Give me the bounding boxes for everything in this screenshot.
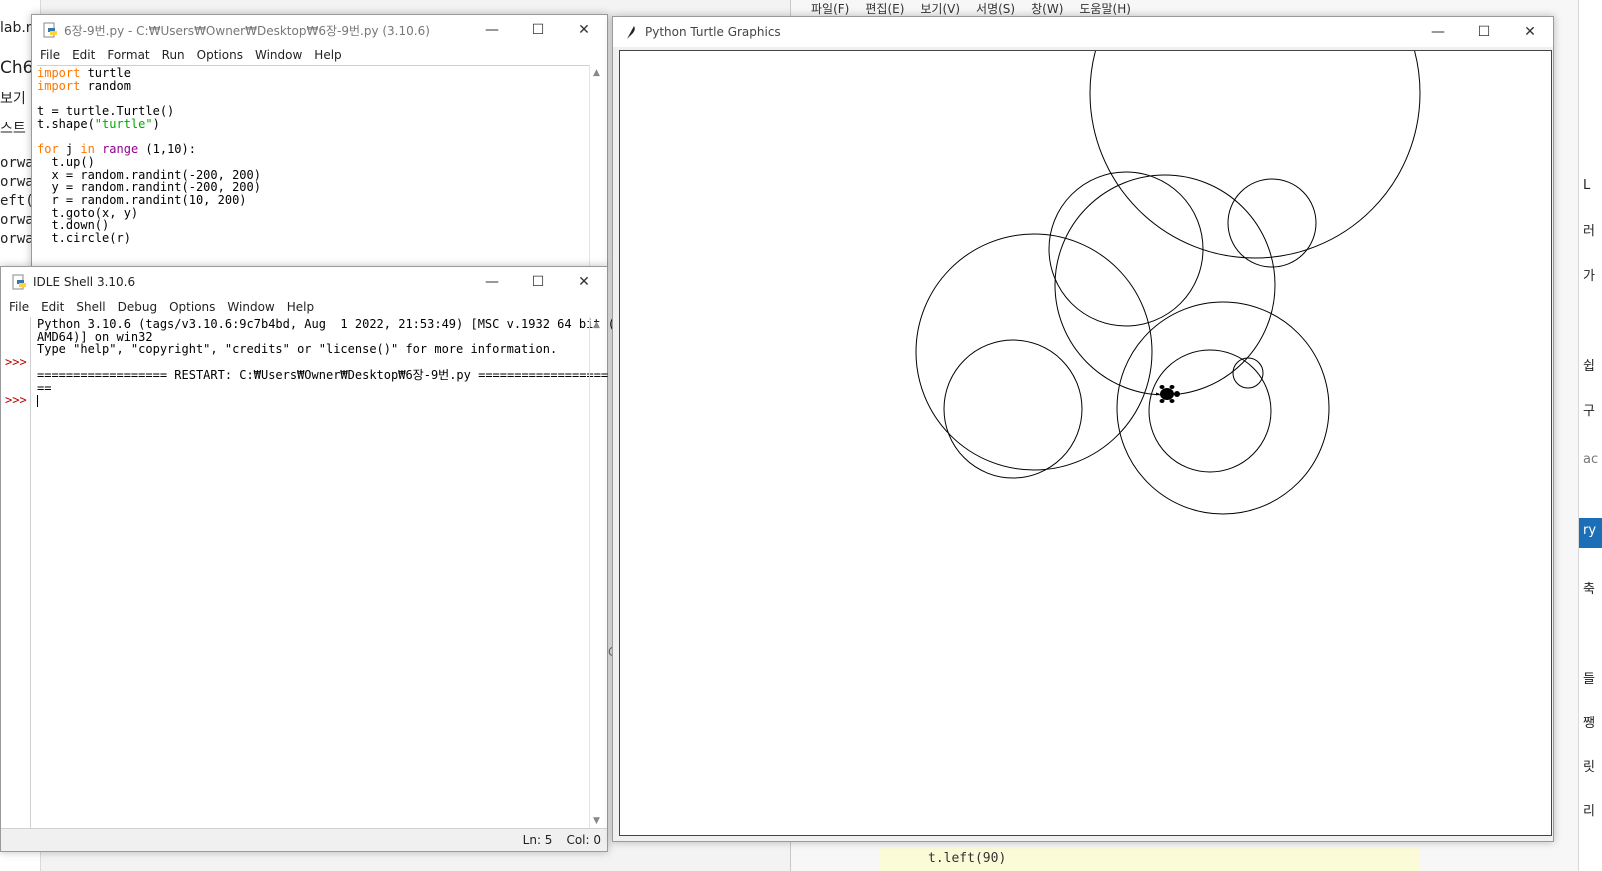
turtle-icon [1156, 385, 1180, 403]
line-number: Ln: 5 [522, 833, 553, 847]
turtle-circle-2 [1054, 174, 1276, 396]
python-icon [12, 274, 26, 290]
turtle-graphics-window: Python Turtle Graphics — ☐ ✕ [612, 16, 1554, 842]
menu-file[interactable]: File [32, 48, 66, 62]
turtle-titlebar[interactable]: Python Turtle Graphics — ☐ ✕ [613, 17, 1553, 47]
shell-prompt: >>> [5, 393, 27, 408]
turtle-drawing [915, 51, 1421, 515]
shell-titlebar[interactable]: IDLE Shell 3.10.6 — ☐ ✕ [1, 267, 607, 297]
menu-debug[interactable]: Debug [112, 300, 163, 314]
bg-fragment: 보기 [0, 91, 26, 107]
python-file-icon [43, 22, 57, 38]
close-icon: ✕ [578, 274, 590, 290]
menu-run[interactable]: Run [156, 48, 191, 62]
code-editor-area[interactable]: import turtle import random t = turtle.T… [37, 65, 589, 267]
bg-fragment: 구 [1583, 404, 1595, 419]
menu-window[interactable]: Window [221, 300, 280, 314]
bg-fragment: 들 [1583, 672, 1595, 687]
turtle-circle-1 [1089, 51, 1421, 259]
bg-fragment: 러 [1583, 224, 1595, 239]
bg-fragment: 쉽 [1583, 359, 1595, 374]
menu-options[interactable]: Options [163, 300, 221, 314]
bg-fragment: L [1583, 178, 1591, 193]
bg-fragment: 릿 [1583, 760, 1595, 775]
background-window-right: L 러 가 쉽 구 ac ry 축 들 쨍 릿 리 [1578, 0, 1602, 871]
shell-title: IDLE Shell 3.10.6 [33, 275, 136, 289]
shell-prompt-gutter: >>> >>> [1, 317, 31, 829]
close-icon: ✕ [578, 22, 590, 38]
menu-edit[interactable]: Edit [35, 300, 70, 314]
turtle-window-title: Python Turtle Graphics [645, 25, 781, 39]
idle-editor-window: 6장-9번.py - C:₩Users₩Owner₩Desktop₩6장-9번.… [31, 14, 608, 268]
minimize-icon: — [485, 22, 499, 38]
menu-format[interactable]: Format [101, 48, 155, 62]
code-line: t.shape("turtle") [37, 116, 160, 131]
shell-statusbar: Ln: 5 Col: 0 [1, 828, 607, 851]
scroll-up-icon[interactable]: ▲ [593, 320, 600, 330]
minimize-button[interactable]: — [469, 15, 515, 45]
bg-fragment: 스트 [0, 121, 26, 137]
close-button[interactable]: ✕ [561, 15, 607, 45]
editor-titlebar[interactable]: 6장-9번.py - C:₩Users₩Owner₩Desktop₩6장-9번.… [32, 15, 607, 45]
minimize-button[interactable]: — [1415, 17, 1461, 47]
bg-fragment: 축 [1583, 582, 1595, 597]
code-line: t.circle(r) [37, 231, 131, 246]
turtle-circle-9 [1232, 357, 1264, 389]
menu-edit[interactable]: Edit [66, 48, 101, 62]
editor-menubar: File Edit Format Run Options Window Help [32, 45, 607, 65]
menu-window[interactable]: Window [249, 48, 308, 62]
shell-scrollbar[interactable]: ▲ ▼ [589, 317, 607, 829]
text-cursor [37, 394, 38, 407]
bg-fragment: 쨍 [1583, 716, 1595, 731]
background-code-line: t.left(90) [880, 848, 1420, 871]
minimize-button[interactable]: — [469, 267, 515, 297]
shell-prompt: >>> [5, 355, 27, 370]
shell-line: == [37, 380, 52, 395]
turtle-circle-4 [1227, 178, 1317, 268]
editor-title: 6장-9번.py - C:₩Users₩Owner₩Desktop₩6장-9번.… [64, 23, 430, 38]
bg-fragment: 가 [1583, 269, 1595, 284]
bg-fragment: eft( [0, 193, 34, 209]
maximize-icon: ☐ [531, 274, 545, 290]
maximize-icon: ☐ [1477, 24, 1491, 40]
menu-file[interactable]: File [1, 300, 35, 314]
turtle-canvas[interactable] [619, 50, 1552, 836]
menu-help[interactable]: Help [308, 48, 347, 62]
editor-scrollbar[interactable]: ▲ [589, 65, 607, 267]
shell-line: ================== RESTART: C:₩Users₩Own… [37, 367, 609, 382]
maximize-button[interactable]: ☐ [515, 267, 561, 297]
menu-help[interactable]: Help [281, 300, 320, 314]
close-icon: ✕ [1524, 24, 1536, 40]
turtle-circle-8 [1148, 349, 1272, 473]
maximize-icon: ☐ [531, 22, 545, 38]
turtle-circle-5 [915, 233, 1153, 471]
maximize-button[interactable]: ☐ [515, 15, 561, 45]
column-number: Col: 0 [566, 833, 601, 847]
close-button[interactable]: ✕ [1507, 17, 1553, 47]
menu-options[interactable]: Options [191, 48, 249, 62]
bg-fragment: ry [1583, 523, 1597, 538]
shell-line: Type "help", "copyright", "credits" or "… [37, 342, 558, 357]
bg-fragment: ac [1583, 452, 1599, 467]
feather-icon [627, 26, 635, 39]
shell-output-area[interactable]: Python 3.10.6 (tags/v3.10.6:9c7b4bd, Aug… [37, 317, 615, 829]
idle-shell-window: IDLE Shell 3.10.6 — ☐ ✕ File Edit Shell … [0, 266, 615, 852]
minimize-icon: — [1431, 24, 1445, 40]
scroll-up-icon[interactable]: ▲ [593, 68, 600, 78]
minimize-icon: — [485, 274, 499, 290]
shell-menubar: File Edit Shell Debug Options Window Hel… [1, 297, 607, 317]
maximize-button[interactable]: ☐ [1461, 17, 1507, 47]
close-button[interactable]: ✕ [561, 267, 607, 297]
turtle-circle-6 [943, 339, 1083, 479]
scroll-down-icon[interactable]: ▼ [593, 816, 600, 826]
code-line: import random [37, 78, 131, 93]
menu-shell[interactable]: Shell [70, 300, 111, 314]
bg-fragment: 리 [1583, 804, 1595, 819]
